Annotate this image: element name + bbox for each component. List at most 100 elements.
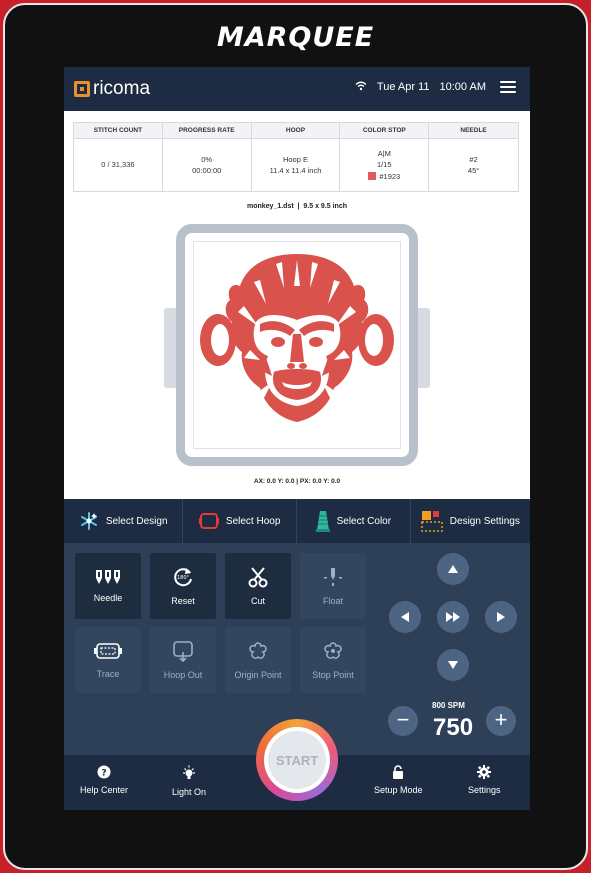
- hoop-out-label: Hoop Out: [163, 670, 203, 680]
- hamburger-menu-icon[interactable]: [500, 81, 516, 93]
- center-button[interactable]: [437, 601, 469, 633]
- stat-progress-rate: PROGRESS RATE 0% 00:00:00: [162, 123, 252, 192]
- setup-mode-button[interactable]: Setup Mode: [374, 765, 423, 795]
- move-down-button[interactable]: [437, 649, 469, 681]
- settings-button[interactable]: Settings: [468, 765, 501, 795]
- unlock-icon: [393, 765, 404, 779]
- coordinates-readout: AX: 0.0 Y: 0.0 | PX: 0.0 Y: 0.0: [253, 478, 341, 485]
- design-file-size: 9.5 x 9.5 inch: [303, 203, 348, 210]
- top-bar: ricoma Tue Apr 11 10:00 AM: [64, 67, 530, 111]
- app-logo-text: ricoma: [93, 78, 151, 99]
- help-icon: ?: [97, 765, 111, 779]
- fast-forward-icon: [446, 612, 460, 622]
- trace-icon: [94, 643, 122, 659]
- help-center-button[interactable]: ? Help Center: [80, 765, 128, 795]
- app-logo: ricoma: [74, 78, 150, 100]
- hoop-preview[interactable]: [164, 224, 430, 466]
- gear-icon: [477, 765, 492, 779]
- move-left-button[interactable]: [389, 601, 421, 633]
- brand-logo: MARQUEE: [216, 22, 375, 53]
- move-right-button[interactable]: [485, 601, 517, 633]
- select-color-button[interactable]: Select Color: [297, 499, 411, 543]
- origin-point-icon: [249, 642, 267, 659]
- trace-label: Trace: [96, 669, 120, 679]
- stitch-count-value: 0 / 31,336: [101, 160, 135, 170]
- select-hoop-label: Select Hoop: [225, 515, 281, 527]
- design-file-info: monkey_1.dst | 9.5 x 9.5 inch: [246, 203, 348, 210]
- needle-button[interactable]: Needle: [75, 553, 141, 619]
- float-icon: [324, 568, 342, 586]
- color-stop-mode: A|M: [377, 148, 391, 158]
- light-on-button[interactable]: Light On: [172, 765, 206, 797]
- svg-text:180°: 180°: [177, 575, 190, 581]
- select-hoop-button[interactable]: Select Hoop: [183, 499, 297, 543]
- cut-button[interactable]: Cut: [225, 553, 291, 619]
- design-settings-label: Design Settings: [449, 515, 520, 527]
- arrow-left-icon: [401, 612, 409, 622]
- design-settings-button[interactable]: Design Settings: [411, 499, 530, 543]
- design-action-bar: Select Design Select Hoop Select Color D…: [64, 499, 530, 543]
- arrow-up-icon: [448, 565, 458, 573]
- hoop-icon: [198, 513, 219, 529]
- color-stop-count: 1/15: [376, 159, 392, 169]
- needle-label: Needle: [93, 593, 123, 603]
- stop-point-button[interactable]: Stop Point: [300, 627, 366, 693]
- touch-screen: ricoma Tue Apr 11 10:00 AM STITCH COUNT …: [64, 67, 530, 810]
- select-design-button[interactable]: Select Design: [64, 499, 184, 543]
- reset-button[interactable]: 180° Reset: [150, 553, 216, 619]
- hoop-bracket-right: [416, 308, 430, 388]
- svg-text:?: ?: [101, 769, 106, 779]
- start-button[interactable]: START: [256, 719, 338, 801]
- stat-header: COLOR STOP: [340, 123, 429, 139]
- stat-header: PROGRESS RATE: [162, 123, 251, 139]
- reset-label: Reset: [171, 596, 195, 606]
- scissors-icon: [248, 567, 268, 588]
- float-label: Float: [322, 596, 343, 606]
- stat-hoop: HOOP Hoop E 11.4 x 11.4 inch: [251, 123, 341, 192]
- select-color-label: Select Color: [336, 515, 392, 527]
- monkey-design-image: [200, 254, 394, 422]
- needle-angle: 45°: [467, 166, 480, 175]
- design-file-name: monkey_1.dst: [246, 203, 294, 210]
- status-area: Tue Apr 11 10:00 AM: [355, 80, 516, 94]
- reset-icon: 180°: [174, 568, 192, 587]
- needle-icon: [96, 570, 120, 584]
- stats-table: STITCH COUNT 0 / 31,336 PROGRESS RATE 0%…: [73, 122, 519, 192]
- thread-spool-icon: [315, 511, 330, 532]
- speed-max-label: 800 SPM: [432, 701, 465, 710]
- hoop-out-button[interactable]: Hoop Out: [150, 627, 216, 693]
- snowflake-design-icon: [80, 512, 97, 530]
- arrow-down-icon: [448, 661, 458, 669]
- light-bulb-icon: [183, 765, 196, 779]
- elapsed-time: 00:00:00: [192, 166, 222, 175]
- stat-stitch-count: STITCH COUNT 0 / 31,336: [74, 123, 163, 192]
- stop-point-icon: [324, 642, 342, 659]
- progress-percent: 0%: [201, 154, 213, 164]
- color-swatch: [368, 172, 377, 181]
- date-text: Tue Apr 11: [376, 81, 430, 93]
- hoop-out-icon: [173, 641, 193, 662]
- design-canvas: [193, 241, 401, 449]
- stop-point-label: Stop Point: [312, 670, 354, 680]
- speed-increase-button[interactable]: +: [486, 706, 516, 736]
- stat-needle: NEEDLE #2 45°: [429, 123, 518, 192]
- time-text: 10:00 AM: [439, 81, 486, 93]
- origin-point-button[interactable]: Origin Point: [225, 627, 291, 693]
- speed-decrease-button[interactable]: −: [388, 706, 418, 736]
- origin-point-label: Origin Point: [234, 670, 282, 680]
- move-up-button[interactable]: [437, 553, 469, 585]
- help-center-label: Help Center: [80, 785, 129, 795]
- hoop-name: Hoop E: [282, 154, 308, 164]
- needle-number: #2: [469, 154, 478, 164]
- trace-button[interactable]: Trace: [75, 627, 141, 693]
- hoop-frame: [176, 224, 418, 466]
- float-button[interactable]: Float: [300, 553, 366, 619]
- wifi-icon: [355, 80, 367, 94]
- design-settings-icon: [421, 511, 443, 532]
- logo-mark-icon: [74, 81, 90, 97]
- stat-color-stop: COLOR STOP A|M 1/15 #1923: [340, 123, 430, 192]
- settings-label: Settings: [468, 785, 501, 795]
- color-code: #1923: [379, 172, 401, 182]
- stat-header: STITCH COUNT: [74, 123, 162, 139]
- cut-label: Cut: [250, 596, 265, 606]
